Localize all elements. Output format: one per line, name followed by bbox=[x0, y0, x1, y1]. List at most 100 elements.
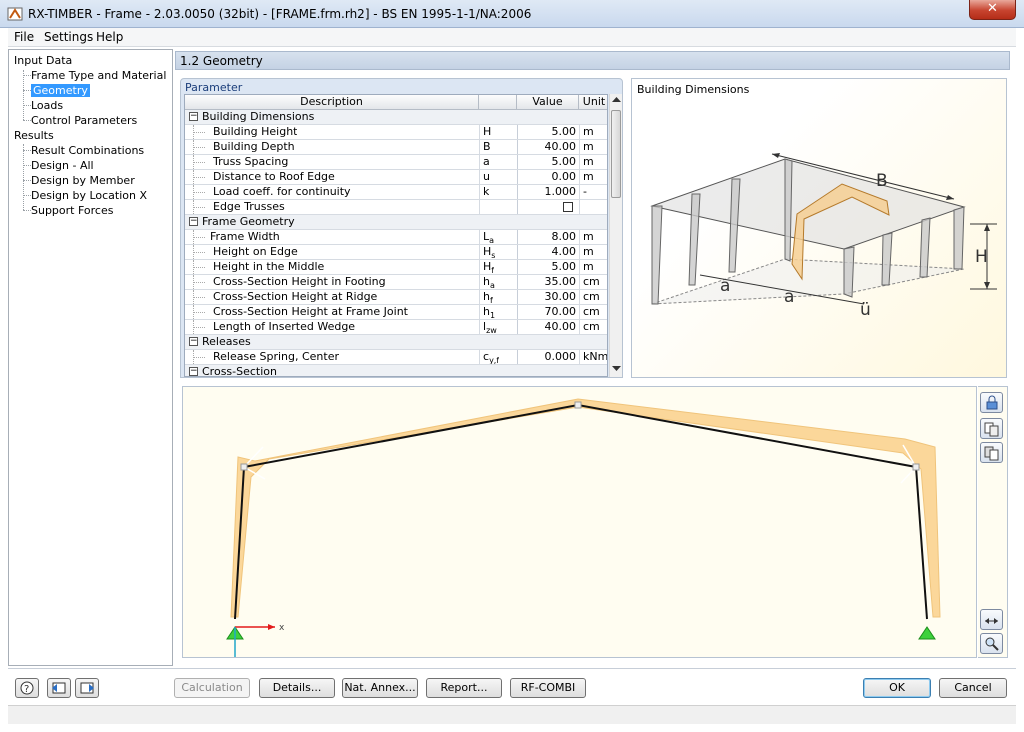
scrollbar-thumb[interactable] bbox=[611, 110, 621, 198]
help-button[interactable]: ? bbox=[15, 678, 39, 698]
parameter-value[interactable]: 40.00 bbox=[545, 320, 577, 334]
view-toolbar bbox=[978, 386, 1008, 658]
parameter-value[interactable]: 5.00 bbox=[552, 260, 577, 274]
scroll-up-icon[interactable] bbox=[612, 97, 621, 103]
nav-design-by-member[interactable]: Design by Member bbox=[31, 174, 135, 187]
title-bar: RX-TIMBER - Frame - 2.03.0050 (32bit) - … bbox=[0, 0, 1024, 28]
parameter-row[interactable]: Length of Inserted Wedge lzw 40.00 cm bbox=[185, 320, 607, 335]
window-title: RX-TIMBER - Frame - 2.03.0050 (32bit) - … bbox=[28, 7, 532, 21]
nav-results[interactable]: Results bbox=[14, 129, 54, 142]
support-left-icon: x bbox=[226, 623, 285, 657]
edge-trusses-checkbox[interactable] bbox=[563, 202, 573, 212]
parameter-row[interactable]: Building Depth B 40.00 m bbox=[185, 140, 607, 155]
next-button[interactable] bbox=[75, 678, 99, 698]
parameter-description: Building Height bbox=[213, 125, 298, 138]
parameter-row[interactable]: Release Spring, Center cy,f 0.000 kNm/ bbox=[185, 350, 607, 365]
header-value[interactable]: Value bbox=[517, 95, 579, 110]
menu-file[interactable]: File bbox=[14, 30, 34, 44]
parameter-value[interactable]: 0.000 bbox=[545, 350, 577, 364]
parameter-row[interactable]: Frame Width La 8.00 m bbox=[185, 230, 607, 245]
calculation-button[interactable]: Calculation bbox=[174, 678, 250, 698]
parameter-symbol: u bbox=[483, 170, 490, 183]
cancel-button[interactable]: Cancel bbox=[939, 678, 1007, 698]
parameter-value[interactable]: 0.00 bbox=[552, 170, 577, 184]
parameter-description: Cross-Section Height in Footing bbox=[213, 275, 386, 288]
parameter-row[interactable]: Distance to Roof Edge u 0.00 m bbox=[185, 170, 607, 185]
parameter-row[interactable]: Height in the Middle Hf 5.00 m bbox=[185, 260, 607, 275]
navigator-tree: Input Data Frame Type and Material Geome… bbox=[8, 49, 173, 666]
nav-input-data[interactable]: Input Data bbox=[14, 54, 72, 67]
nav-design-all[interactable]: Design - All bbox=[31, 159, 94, 172]
parameter-description: Height on Edge bbox=[213, 245, 298, 258]
parameter-row[interactable]: Height on Edge Hs 4.00 m bbox=[185, 245, 607, 260]
parameter-value[interactable]: 40.00 bbox=[545, 140, 577, 154]
close-button[interactable]: ✕ bbox=[969, 0, 1016, 20]
parameter-unit: m bbox=[583, 260, 594, 273]
parameter-row[interactable]: Building Height H 5.00 m bbox=[185, 125, 607, 140]
header-unit[interactable]: Unit bbox=[579, 95, 607, 110]
parameter-row[interactable]: Cross-Section Height in Footing ha 35.00 cm bbox=[185, 275, 607, 290]
parameter-row[interactable]: Load coeff. for continuity k 1.000- bbox=[185, 185, 607, 200]
frame-drawing: x bbox=[226, 398, 941, 657]
nav-frame-type[interactable]: Frame Type and Material bbox=[31, 69, 166, 82]
zoom-view-button[interactable] bbox=[980, 633, 1003, 654]
grid-scrollbar[interactable] bbox=[609, 94, 622, 377]
collapse-icon[interactable]: − bbox=[189, 112, 198, 121]
dim-label-b: B bbox=[876, 171, 888, 191]
parameter-row[interactable]: Edge Trusses bbox=[185, 200, 607, 215]
group-title: Frame Geometry bbox=[202, 215, 295, 228]
parameter-value[interactable]: 35.00 bbox=[545, 275, 577, 289]
header-description[interactable]: Description bbox=[185, 95, 479, 110]
parameter-value[interactable]: 5.00 bbox=[552, 125, 577, 139]
app-icon bbox=[7, 7, 23, 21]
lock-icon bbox=[986, 395, 998, 410]
lock-view-button[interactable] bbox=[980, 392, 1003, 413]
group-row[interactable]: − Releases bbox=[185, 335, 607, 350]
parameter-value[interactable]: 30.00 bbox=[545, 290, 577, 304]
parameter-unit: cm bbox=[583, 290, 600, 303]
frame-graphic[interactable]: x bbox=[182, 386, 977, 658]
dimension-view-button[interactable] bbox=[980, 609, 1003, 630]
collapse-icon[interactable]: − bbox=[189, 337, 198, 346]
menu-help[interactable]: Help bbox=[96, 30, 123, 44]
parameter-value[interactable]: 8.00 bbox=[552, 230, 577, 244]
nav-result-combinations[interactable]: Result Combinations bbox=[31, 144, 144, 157]
parameter-row[interactable]: Truss Spacing a 5.00 m bbox=[185, 155, 607, 170]
parameter-unit: m bbox=[583, 125, 594, 138]
parameter-row[interactable]: Cross-Section Height at Frame Joint h1 70.… bbox=[185, 305, 607, 320]
parameter-value[interactable]: 4.00 bbox=[552, 245, 577, 259]
copy-view-button[interactable] bbox=[980, 418, 1003, 439]
report-button[interactable]: Report... bbox=[426, 678, 502, 698]
parameter-row[interactable]: Cross-Section Height at Ridge hf 30.00 cm bbox=[185, 290, 607, 305]
parameter-value[interactable]: 70.00 bbox=[545, 305, 577, 319]
parameter-label: Parameter bbox=[185, 81, 243, 94]
ok-button[interactable]: OK bbox=[863, 678, 931, 698]
group-row[interactable]: − Building Dimensions bbox=[185, 110, 607, 125]
nav-support-forces[interactable]: Support Forces bbox=[31, 204, 113, 217]
nav-geometry[interactable]: Geometry bbox=[31, 84, 90, 97]
paste-view-button[interactable] bbox=[980, 442, 1003, 463]
nav-control-parameters[interactable]: Control Parameters bbox=[31, 114, 137, 127]
previous-button[interactable] bbox=[47, 678, 71, 698]
parameter-unit: - bbox=[583, 185, 587, 198]
nav-loads[interactable]: Loads bbox=[31, 99, 63, 112]
collapse-icon[interactable]: − bbox=[189, 217, 198, 226]
details-button[interactable]: Details... bbox=[259, 678, 335, 698]
nat-annex-button[interactable]: Nat. Annex... bbox=[342, 678, 418, 698]
collapse-icon[interactable]: − bbox=[189, 367, 198, 376]
parameter-unit: cm bbox=[583, 305, 600, 318]
group-row[interactable]: − Frame Geometry bbox=[185, 215, 607, 230]
paste-icon bbox=[984, 446, 999, 461]
parameter-symbol: Hf bbox=[483, 260, 495, 274]
nav-design-by-location[interactable]: Design by Location X bbox=[31, 189, 147, 202]
group-row[interactable]: − Cross-Section bbox=[185, 365, 607, 376]
parameter-value[interactable]: 1.000 bbox=[545, 185, 577, 199]
parameter-value[interactable]: 5.00 bbox=[552, 155, 577, 169]
parameter-description: Frame Width bbox=[210, 230, 280, 243]
parameter-grid: Description Value Unit − Building Dimensi… bbox=[184, 94, 608, 377]
menu-settings[interactable]: Settings bbox=[44, 30, 93, 44]
status-bar bbox=[8, 705, 1016, 724]
rf-combi-button[interactable]: RF-COMBI bbox=[510, 678, 586, 698]
parameter-description: Distance to Roof Edge bbox=[213, 170, 335, 183]
scroll-down-icon[interactable] bbox=[612, 366, 621, 372]
